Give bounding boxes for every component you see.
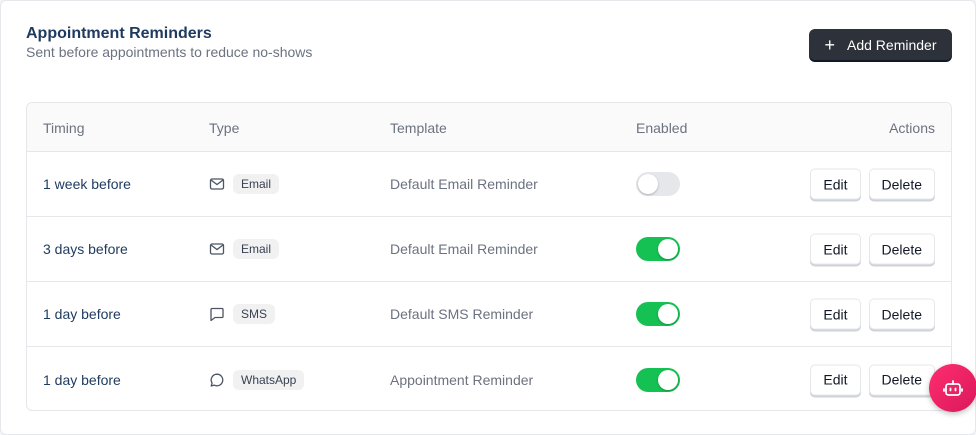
type-cell: Email (209, 239, 280, 259)
column-header-template: Template (390, 120, 447, 136)
card-header: Appointment Reminders Sent before appoin… (26, 25, 312, 61)
edit-button[interactable]: Edit (810, 168, 861, 200)
row-actions: Edit Delete (810, 168, 935, 200)
timing-cell: 1 day before (43, 371, 121, 388)
column-header-actions: Actions (889, 120, 935, 136)
edit-button[interactable]: Edit (810, 233, 861, 265)
template-cell: Default Email Reminder (390, 241, 538, 257)
type-badge: Email (233, 239, 280, 259)
toggle-knob (638, 174, 658, 194)
template-cell: Appointment Reminder (390, 371, 534, 388)
enabled-toggle[interactable] (636, 367, 680, 392)
delete-button[interactable]: Delete (868, 233, 935, 265)
mail-icon (209, 243, 225, 255)
edit-button[interactable]: Edit (810, 364, 861, 395)
edit-button[interactable]: Edit (810, 298, 861, 330)
message-circle-icon (210, 373, 224, 387)
table-header: Timing Type Template Enabled Actions (27, 103, 951, 152)
type-cell: Email (209, 174, 280, 194)
type-cell: SMS (209, 304, 276, 324)
type-cell: WhatsApp (209, 369, 305, 390)
column-header-type: Type (209, 120, 240, 136)
page-subtitle: Sent before appointments to reduce no-sh… (26, 44, 313, 60)
mail-icon (209, 178, 225, 190)
timing-cell: 1 week before (43, 176, 131, 192)
timing-cell: 1 day before (43, 306, 121, 322)
table-row: 1 day before SMS Default SMS Reminder Ed… (27, 282, 951, 347)
enabled-toggle[interactable] (636, 237, 680, 261)
enabled-toggle[interactable] (636, 302, 680, 326)
row-actions: Edit Delete (810, 298, 935, 330)
reminders-table: Timing Type Template Enabled Actions 1 w… (26, 102, 952, 411)
enabled-toggle[interactable] (636, 172, 680, 196)
delete-button[interactable]: Delete (868, 168, 935, 200)
type-badge: WhatsApp (233, 369, 305, 390)
delete-button[interactable]: Delete (868, 364, 935, 395)
message-square-icon (210, 307, 224, 322)
delete-button[interactable]: Delete (868, 298, 935, 330)
add-reminder-button[interactable]: + Add Reminder (809, 29, 952, 60)
column-header-enabled: Enabled (636, 120, 688, 136)
timing-cell: 3 days before (43, 241, 128, 257)
bot-icon (943, 380, 963, 396)
table-row: 3 days before Email Default Email Remind… (27, 217, 951, 282)
add-reminder-label: Add Reminder (847, 36, 937, 53)
page-title: Appointment Reminders (26, 25, 212, 42)
toggle-knob (658, 239, 678, 259)
toggle-knob (658, 369, 678, 390)
plus-icon: + (824, 34, 835, 55)
row-actions: Edit Delete (810, 364, 935, 395)
template-cell: Default SMS Reminder (390, 306, 534, 322)
assistant-fab[interactable] (929, 364, 976, 412)
table-row: 1 day before WhatsApp Appointment Remind… (27, 347, 951, 410)
type-badge: Email (233, 174, 280, 194)
table-row: 1 week before Email Default Email Remind… (27, 152, 951, 217)
type-badge: SMS (233, 304, 276, 324)
toggle-knob (658, 304, 678, 324)
reminders-card: Appointment Reminders Sent before appoin… (0, 0, 976, 435)
row-actions: Edit Delete (810, 233, 935, 265)
column-header-timing: Timing (43, 120, 85, 136)
template-cell: Default Email Reminder (390, 176, 538, 192)
